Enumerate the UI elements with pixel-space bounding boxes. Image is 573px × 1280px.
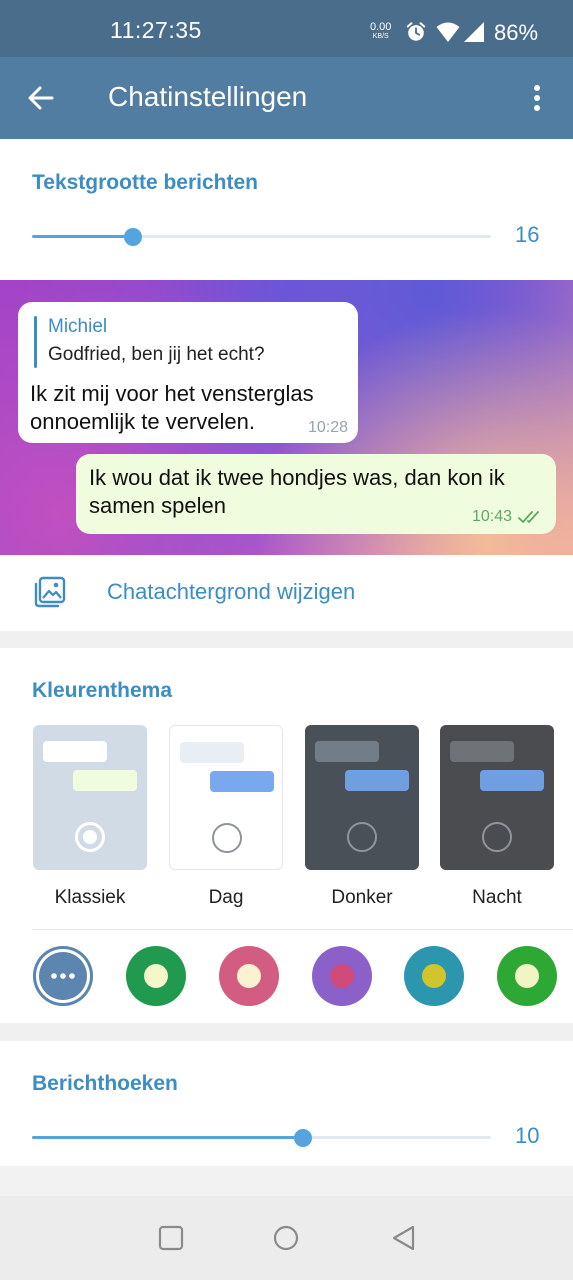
accent-color-option[interactable] <box>312 946 372 1006</box>
theme-preview-bubble-in <box>315 741 379 762</box>
theme-preview-bubble-in <box>450 741 514 762</box>
theme-label: Nacht <box>472 887 522 908</box>
accent-color-inner <box>330 964 354 988</box>
text-size-slider-thumb[interactable] <box>123 227 142 246</box>
signal-icon <box>464 22 484 42</box>
accent-color-inner <box>515 964 539 988</box>
theme-preview-bubble-out <box>73 770 137 791</box>
circle-icon[interactable] <box>273 1225 299 1251</box>
theme-card[interactable] <box>440 725 554 870</box>
accent-color-option[interactable] <box>126 946 186 1006</box>
text-size-slider-fill <box>32 235 133 238</box>
text-size-value: 16 <box>515 222 540 247</box>
corners-value: 10 <box>515 1123 540 1148</box>
accent-color-inner <box>237 964 261 988</box>
net-speed-value: 0.00 <box>370 21 392 33</box>
text-size-title: Tekstgrootte berichten <box>32 171 258 194</box>
app-bar: Chatinstellingen <box>0 57 573 139</box>
theme-radio[interactable] <box>212 823 242 853</box>
wallpaper-icon <box>34 576 66 608</box>
outgoing-time: 10:43 <box>471 508 512 525</box>
status-time: 11:27:35 <box>110 17 202 43</box>
section-divider <box>0 1166 573 1196</box>
theme-divider <box>32 929 573 930</box>
reply-name: Michiel <box>48 316 108 337</box>
theme-radio[interactable] <box>347 822 377 852</box>
theme-label: Donker <box>331 887 393 908</box>
outgoing-bubble: Ik wou dat ik twee hondjes was, dan kon … <box>76 454 556 534</box>
theme-preview-bubble-out <box>480 770 544 791</box>
triangle-back-icon[interactable] <box>391 1225 417 1251</box>
theme-card[interactable] <box>169 725 283 870</box>
net-speed: 0.00 KB/S <box>370 22 391 41</box>
page-title: Chatinstellingen <box>108 81 308 112</box>
theme-card[interactable] <box>305 725 419 870</box>
theme-preview-bubble-in <box>43 741 107 762</box>
theme-radio[interactable] <box>482 822 512 852</box>
status-bar: 11:27:35 0.00 KB/S 86% <box>0 0 573 57</box>
square-icon[interactable] <box>158 1225 184 1251</box>
theme-label: Dag <box>208 887 244 908</box>
accent-color-option[interactable] <box>497 946 557 1006</box>
section-divider <box>0 1023 573 1041</box>
theme-card[interactable] <box>33 725 147 870</box>
color-theme-title: Kleurenthema <box>32 679 173 702</box>
battery-level: 86% <box>494 20 539 45</box>
alarm-icon <box>406 22 426 41</box>
corners-slider-thumb[interactable] <box>293 1128 312 1147</box>
net-speed-unit: KB/S <box>372 33 389 40</box>
system-nav-bar <box>0 1196 573 1280</box>
more-horiz-icon <box>51 973 75 979</box>
incoming-bubble: Michiel Godfried, ben jij het echt? Ik z… <box>18 302 358 443</box>
accent-color-inner <box>422 964 446 988</box>
wifi-icon <box>436 22 460 42</box>
theme-preview-bubble-out <box>345 770 409 791</box>
theme-label: Klassiek <box>54 887 126 908</box>
incoming-message: Ik zit mij voor het vensterglas onnoemli… <box>30 381 314 434</box>
section-divider <box>0 631 573 648</box>
accent-color-option[interactable] <box>33 946 93 1006</box>
theme-radio-dot <box>83 830 97 844</box>
theme-radio[interactable] <box>75 822 105 852</box>
incoming-time: 10:28 <box>307 419 348 436</box>
text-size-slider[interactable] <box>32 227 491 246</box>
reply-bar <box>34 316 37 368</box>
arrow-left-icon[interactable] <box>26 83 56 113</box>
corners-title: Berichthoeken <box>32 1072 178 1095</box>
change-wallpaper-row[interactable]: Chatachtergrond wijzigen <box>0 555 573 631</box>
theme-preview-bubble-in <box>180 742 244 763</box>
more-vert-icon[interactable] <box>526 83 548 113</box>
accent-color-inner <box>144 964 168 988</box>
chat-preview: Michiel Godfried, ben jij het echt? Ik z… <box>0 280 573 555</box>
theme-preview-bubble-out <box>210 771 274 792</box>
accent-color-option[interactable] <box>404 946 464 1006</box>
reply-text: Godfried, ben jij het echt? <box>48 344 265 365</box>
corners-slider-fill <box>32 1136 303 1139</box>
double-check-icon <box>518 511 539 523</box>
corners-slider[interactable] <box>32 1128 491 1147</box>
change-wallpaper-label: Chatachtergrond wijzigen <box>107 579 356 604</box>
accent-color-option[interactable] <box>219 946 279 1006</box>
